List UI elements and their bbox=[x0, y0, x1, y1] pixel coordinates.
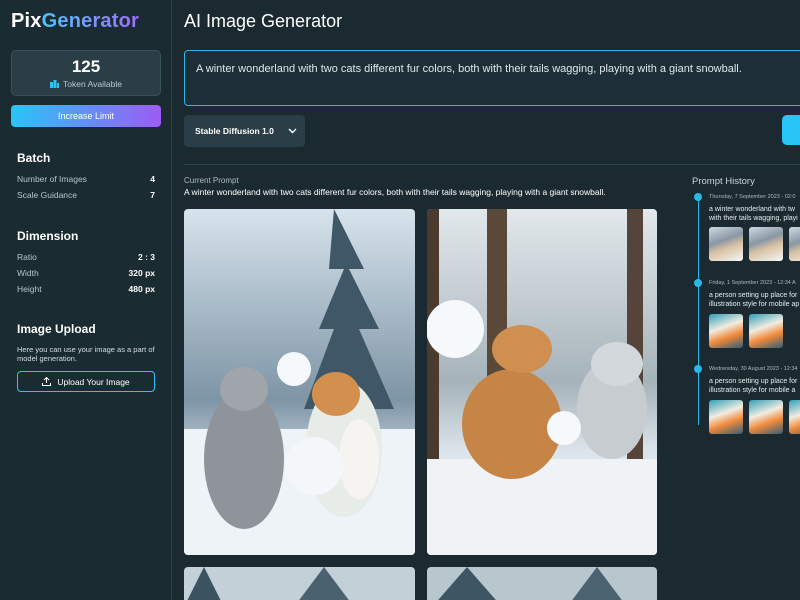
batch-row-images: Number of Images 4 bbox=[17, 174, 155, 184]
dimension-title: Dimension bbox=[17, 229, 79, 243]
number-of-images-value[interactable]: 4 bbox=[150, 174, 155, 184]
prompt-history-title: Prompt History bbox=[692, 176, 755, 187]
upload-icon bbox=[42, 377, 52, 386]
image-upload-description: Here you can use your image as a part of… bbox=[17, 345, 155, 363]
row-label: Scale Guidance bbox=[17, 190, 78, 200]
model-select[interactable]: Stable Diffusion 1.0 bbox=[184, 115, 305, 147]
logo-text-generator: Generator bbox=[41, 10, 140, 32]
token-label-text: Token Available bbox=[63, 79, 122, 89]
timeline-dot bbox=[694, 279, 702, 287]
history-prompt-line[interactable]: with their tails wagging, playi bbox=[709, 214, 800, 223]
current-prompt-text: A winter wonderland with two cats differ… bbox=[184, 187, 606, 197]
dimension-row-height: Height 480 px bbox=[17, 284, 155, 294]
history-thumbnail[interactable] bbox=[749, 400, 783, 434]
history-prompt-line[interactable]: a person setting up place for bbox=[709, 291, 800, 300]
image-upload-title: Image Upload bbox=[17, 322, 96, 336]
generated-image-4[interactable] bbox=[427, 567, 657, 600]
history-date: Wednesday, 30 August 2023 - 12:34 bbox=[709, 366, 798, 372]
history-thumbnail[interactable] bbox=[789, 400, 800, 434]
upload-image-button[interactable]: Upload Your Image bbox=[17, 371, 155, 392]
upload-button-label: Upload Your Image bbox=[57, 376, 130, 387]
increase-limit-button[interactable]: Increase Limit bbox=[11, 105, 161, 127]
timeline-dot bbox=[694, 193, 702, 201]
width-value[interactable]: 320 px bbox=[129, 268, 155, 278]
coins-icon bbox=[50, 80, 60, 88]
logo-text-pix: Pix bbox=[11, 10, 42, 32]
generated-image-3[interactable] bbox=[184, 567, 415, 600]
timeline-dot bbox=[694, 365, 702, 373]
history-thumbnail[interactable] bbox=[709, 400, 743, 434]
row-label: Width bbox=[17, 268, 39, 278]
history-thumbnail[interactable] bbox=[709, 314, 743, 348]
divider bbox=[184, 164, 800, 165]
history-prompt-line[interactable]: a winter wonderland with tw bbox=[709, 205, 800, 214]
model-select-value: Stable Diffusion 1.0 bbox=[195, 126, 274, 136]
generated-image-1[interactable] bbox=[184, 209, 415, 555]
generated-image-2[interactable] bbox=[427, 209, 657, 555]
history-thumbnail[interactable] bbox=[749, 227, 783, 261]
height-value[interactable]: 480 px bbox=[129, 284, 155, 294]
page-title: AI Image Generator bbox=[184, 11, 343, 31]
history-thumbnail[interactable] bbox=[749, 314, 783, 348]
app-logo: PixGenerator bbox=[11, 10, 139, 33]
dimension-row-ratio: Ratio 2 : 3 bbox=[17, 252, 155, 262]
sidebar: PixGenerator 125 Token Available Increas… bbox=[0, 0, 172, 600]
history-prompt-line[interactable]: a person setting up place for bbox=[709, 377, 800, 386]
row-label: Height bbox=[17, 284, 42, 294]
history-prompt-line[interactable]: illustration style for mobile ap bbox=[709, 300, 800, 309]
history-timeline bbox=[698, 197, 699, 425]
token-card: 125 Token Available bbox=[11, 50, 161, 96]
row-label: Number of Images bbox=[17, 174, 87, 184]
history-thumbnail[interactable] bbox=[789, 227, 800, 261]
row-label: Ratio bbox=[17, 252, 37, 262]
batch-title: Batch bbox=[17, 151, 51, 165]
ratio-value[interactable]: 2 : 3 bbox=[138, 252, 155, 262]
prompt-input[interactable]: A winter wonderland with two cats differ… bbox=[184, 50, 800, 106]
token-count: 125 bbox=[71, 57, 101, 76]
current-prompt-label: Current Prompt bbox=[184, 176, 239, 185]
generate-button[interactable] bbox=[782, 115, 800, 145]
history-date: Friday, 1 September 2023 - 12:34 A bbox=[709, 280, 796, 286]
scale-guidance-value[interactable]: 7 bbox=[150, 190, 155, 200]
history-date: Thursday, 7 September 2023 - 02:0 bbox=[709, 194, 796, 200]
history-thumbnail[interactable] bbox=[709, 227, 743, 261]
history-prompt-line[interactable]: illustration style for mobile a bbox=[709, 386, 800, 395]
token-label-row: Token Available bbox=[12, 79, 160, 89]
dimension-row-width: Width 320 px bbox=[17, 268, 155, 278]
batch-row-scale: Scale Guidance 7 bbox=[17, 190, 155, 200]
chevron-down-icon bbox=[288, 128, 297, 134]
